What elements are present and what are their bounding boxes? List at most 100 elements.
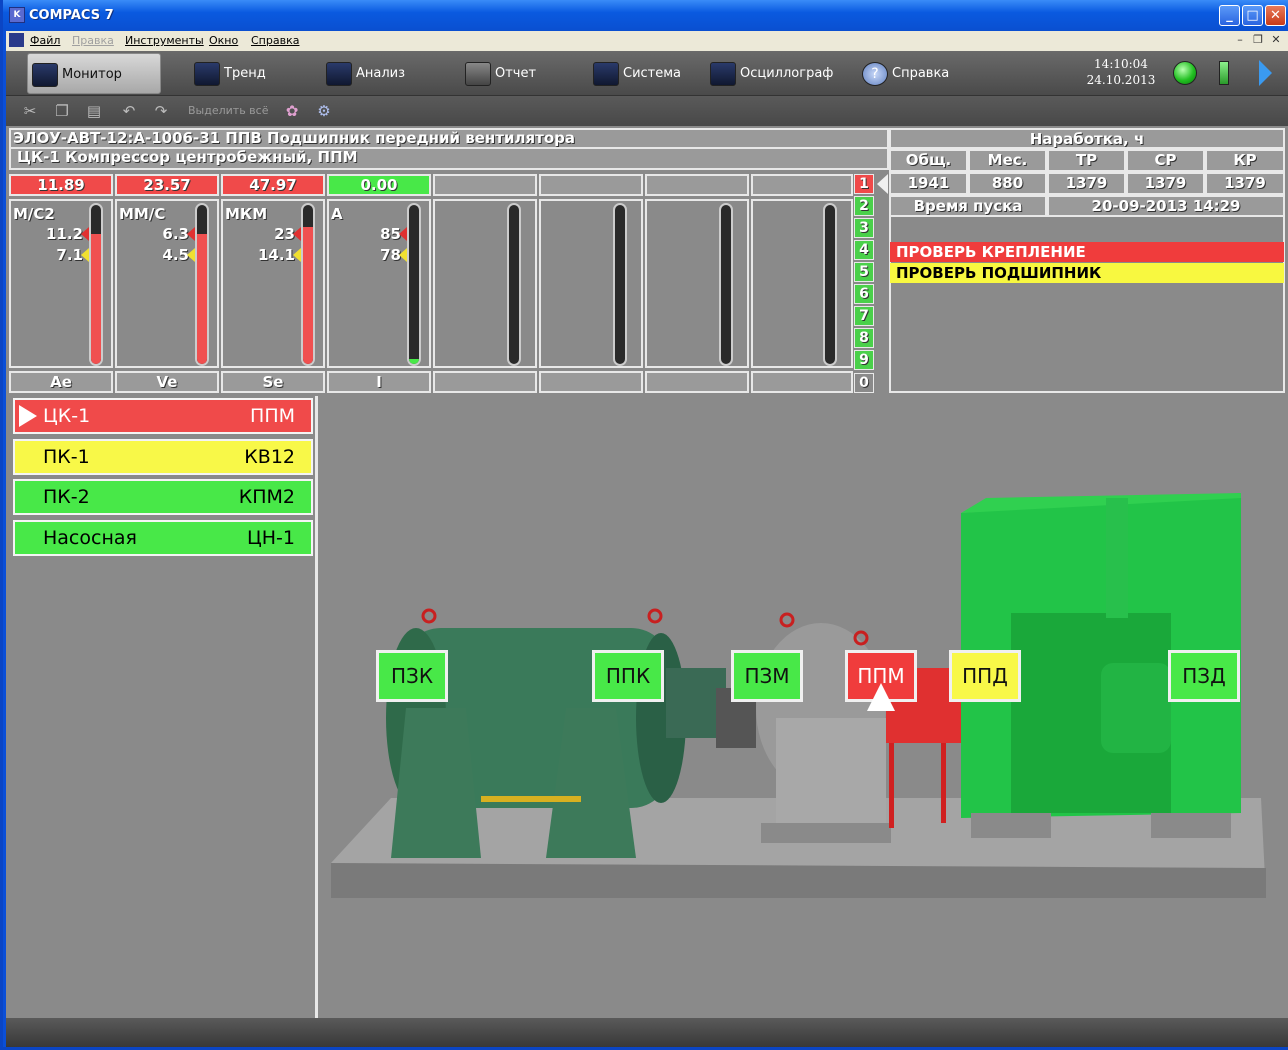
equipment-name: ПК-2 bbox=[43, 486, 90, 508]
bargraph-ae[interactable]: М/С2 11.2 7.1 bbox=[9, 199, 113, 368]
minimize-button[interactable]: _ bbox=[1219, 5, 1240, 26]
bargraph-fill bbox=[409, 359, 419, 364]
nav-oscilloscope-label: Осциллограф bbox=[740, 66, 834, 81]
channel-6-button[interactable]: 6 bbox=[854, 284, 874, 304]
warning-marker-icon bbox=[293, 248, 301, 262]
runtime-col-total: Общ. bbox=[889, 149, 968, 172]
warning-marker-icon bbox=[81, 248, 89, 262]
clock-time: 14:10:04 bbox=[1094, 57, 1148, 71]
bargraph-track bbox=[407, 203, 421, 366]
channel-0-button[interactable]: 0 bbox=[854, 373, 874, 393]
alarm-message[interactable]: ПРОВЕРЬ ПОДШИПНИК bbox=[890, 263, 1284, 283]
start-time-value: 20-09-2013 14:29 bbox=[1047, 195, 1285, 217]
mdi-doc-icon[interactable] bbox=[9, 33, 24, 47]
alarm-message[interactable]: ПРОВЕРЬ КРЕПЛЕНИЕ bbox=[890, 242, 1284, 262]
nav-report[interactable]: Отчет bbox=[461, 53, 571, 94]
menu-edit[interactable]: Правка bbox=[72, 34, 114, 47]
equipment-item[interactable]: ПК-2 КПМ2 bbox=[13, 479, 313, 515]
channel-2-button[interactable]: 2 bbox=[854, 196, 874, 216]
bargraph-i[interactable]: А 85 78 bbox=[327, 199, 431, 368]
channel-7-button[interactable]: 7 bbox=[854, 306, 874, 326]
bargraph-empty[interactable] bbox=[645, 199, 749, 368]
window-title: COMPACS 7 bbox=[29, 8, 114, 23]
color-palette-icon[interactable]: ✿ bbox=[282, 101, 302, 121]
status-led-icon bbox=[1173, 61, 1197, 85]
bargraph-se[interactable]: МКМ 23 14.1 bbox=[221, 199, 325, 368]
equipment-item[interactable]: Насосная ЦН-1 bbox=[13, 520, 313, 556]
title-bar[interactable]: K COMPACS 7 _ □ ✕ bbox=[3, 0, 1288, 31]
help-icon: ? bbox=[862, 62, 888, 86]
nav-monitor[interactable]: Монитор bbox=[27, 53, 161, 94]
point-pzk[interactable]: ПЗК bbox=[376, 650, 448, 702]
bargraph-ve[interactable]: ММ/С 6.3 4.5 bbox=[115, 199, 219, 368]
equipment-name: ЦК-1 bbox=[43, 405, 91, 427]
bargraph-track bbox=[613, 203, 627, 366]
point-title: ЭЛОУ-АВТ-12:А-1006-31 ППВ Подшипник пере… bbox=[9, 128, 889, 149]
runtime-val-sr: 1379 bbox=[1126, 172, 1205, 195]
equipment-item[interactable]: ЦК-1 ППМ bbox=[13, 398, 313, 434]
app-logo-icon: K bbox=[9, 7, 25, 23]
point-ppk[interactable]: ППК bbox=[592, 650, 664, 702]
paste-icon[interactable]: ▤ bbox=[84, 101, 104, 121]
bargraph-track bbox=[301, 203, 315, 366]
mdi-close-icon[interactable]: ✕ bbox=[1268, 33, 1284, 48]
mdi-restore-icon[interactable]: ❐ bbox=[1250, 33, 1266, 48]
channel-value-empty bbox=[433, 174, 537, 196]
menu-file[interactable]: Файл bbox=[30, 34, 60, 47]
gauge-unit: МКМ bbox=[225, 205, 268, 223]
nav-system-label: Система bbox=[623, 66, 682, 81]
report-icon bbox=[465, 62, 491, 86]
channel-1-button[interactable]: 1 bbox=[854, 174, 874, 194]
menu-help[interactable]: Справка bbox=[251, 34, 299, 47]
gauge-unit: А bbox=[331, 205, 343, 223]
bargraph-empty[interactable] bbox=[539, 199, 643, 368]
warning-threshold: 78 bbox=[380, 246, 401, 264]
channel-8-button[interactable]: 8 bbox=[854, 328, 874, 348]
mdi-minimize-icon[interactable]: – bbox=[1232, 33, 1248, 48]
status-bar bbox=[6, 1018, 1288, 1047]
point-pzm[interactable]: ПЗМ bbox=[731, 650, 803, 702]
channel-3-button[interactable]: 3 bbox=[854, 218, 874, 238]
channel-value-empty bbox=[645, 174, 749, 196]
nav-trend-label: Тренд bbox=[224, 66, 266, 81]
selected-arrow-icon bbox=[19, 405, 37, 427]
equipment-code: ППМ bbox=[250, 405, 295, 427]
gauge-label-empty bbox=[433, 371, 537, 393]
menu-tools[interactable]: Инструменты bbox=[125, 34, 204, 47]
select-all-button[interactable]: Выделить всё bbox=[188, 104, 268, 117]
channel-5-button[interactable]: 5 bbox=[854, 262, 874, 282]
nav-trend[interactable]: Тренд bbox=[190, 53, 300, 94]
bargraph-empty[interactable] bbox=[751, 199, 853, 368]
nav-system[interactable]: Система bbox=[589, 53, 699, 94]
equipment-item[interactable]: ПК-1 КВ12 bbox=[13, 439, 313, 475]
channel-4-button[interactable]: 4 bbox=[854, 240, 874, 260]
clock-date: 24.10.2013 bbox=[1086, 73, 1156, 87]
gauge-label-empty bbox=[539, 371, 643, 393]
bargraph-track bbox=[719, 203, 733, 366]
alarm-marker-icon bbox=[187, 227, 195, 241]
runtime-title: Наработка, ч bbox=[889, 128, 1285, 149]
nav-help[interactable]: ? Справка bbox=[858, 53, 968, 94]
channel-9-button[interactable]: 9 bbox=[854, 350, 874, 370]
nav-oscilloscope[interactable]: Осциллограф bbox=[706, 53, 846, 94]
alarm-marker-icon bbox=[81, 227, 89, 241]
cut-icon[interactable]: ✂ bbox=[20, 101, 40, 121]
menu-window[interactable]: Окно bbox=[209, 34, 238, 47]
nav-report-label: Отчет bbox=[495, 66, 537, 81]
redo-icon[interactable]: ↷ bbox=[151, 101, 171, 121]
settings-gear-icon[interactable]: ⚙ bbox=[314, 101, 334, 121]
point-ppd[interactable]: ППД bbox=[949, 650, 1021, 702]
nav-analysis[interactable]: Анализ bbox=[322, 53, 432, 94]
channel-value-empty bbox=[539, 174, 643, 196]
undo-icon[interactable]: ↶ bbox=[119, 101, 139, 121]
maximize-button[interactable]: □ bbox=[1242, 5, 1263, 26]
copy-icon[interactable]: ❐ bbox=[52, 101, 72, 121]
runtime-val-month: 880 bbox=[968, 172, 1047, 195]
bargraph-empty[interactable] bbox=[433, 199, 537, 368]
point-pzd[interactable]: ПЗД bbox=[1168, 650, 1240, 702]
gauge-label: I bbox=[327, 371, 431, 393]
close-button[interactable]: ✕ bbox=[1265, 5, 1286, 26]
play-icon[interactable] bbox=[1259, 60, 1272, 86]
tool-bar: ✂ ❐ ▤ ↶ ↷ Выделить всё ✿ ⚙ bbox=[6, 96, 1288, 126]
bargraph-fill bbox=[303, 227, 313, 364]
